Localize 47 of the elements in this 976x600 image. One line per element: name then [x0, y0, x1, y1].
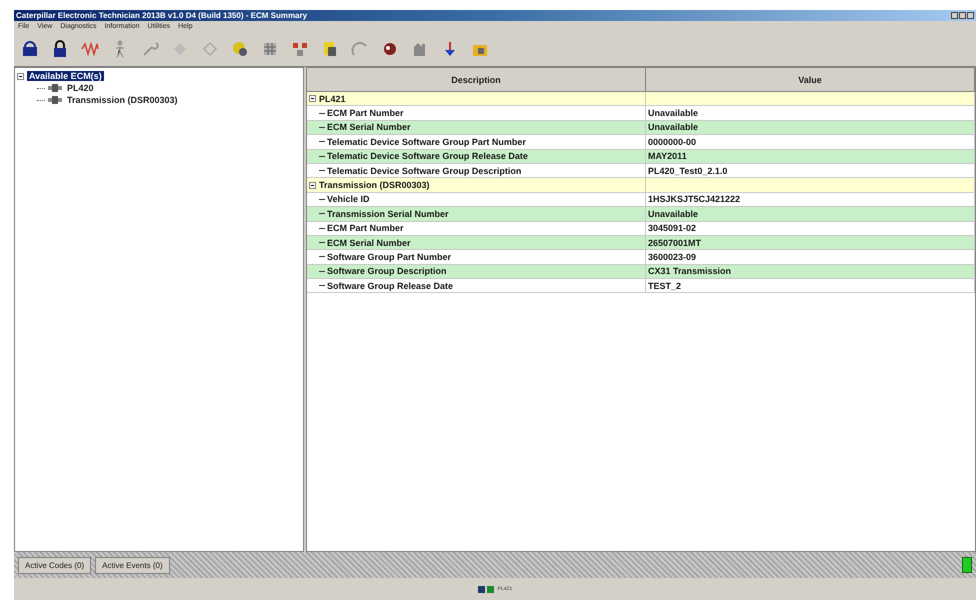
tab[interactable]: Active Codes (0) [18, 556, 92, 574]
minimize-button[interactable] [951, 12, 958, 19]
collapse-icon[interactable] [17, 72, 24, 80]
module-icon [48, 84, 62, 92]
value-cell: Unavailable [648, 108, 698, 118]
value-cell: Unavailable [648, 122, 698, 132]
module-icon [48, 96, 62, 104]
waveform-icon [80, 39, 100, 59]
window-title: Caterpillar Electronic Technician 2013B v1.0 D4 (Build 1350) - ECM Summary [16, 11, 308, 20]
description-cell: Telematic Device Software Group Description [327, 166, 522, 176]
description-cell: Software Group Part Number [327, 252, 452, 262]
value-cell: CX31 Transmission [648, 266, 732, 276]
value-cell: 0000000-00 [648, 136, 696, 147]
description-cell: Telematic Device Software Group Release Date [327, 151, 528, 162]
column-header[interactable]: Description [307, 68, 646, 92]
close-button[interactable] [967, 12, 974, 19]
value-cell: 3600023-09 [648, 252, 696, 262]
tab[interactable]: Active Events (0) [95, 556, 170, 574]
description-cell: Transmission Serial Number [327, 208, 449, 219]
status-light [962, 557, 972, 573]
description-cell: ECM Part Number [327, 108, 404, 118]
group-label: Transmission (DSR00303) [319, 180, 430, 190]
description-cell: Telematic Device Software Group Part Number [327, 136, 526, 147]
value-cell: 26507001MT [648, 238, 702, 248]
description-cell: ECM Serial Number [327, 238, 411, 248]
group-label: PL421 [319, 94, 346, 104]
column-header[interactable]: Value [646, 68, 975, 92]
description-cell: Software Group Description [327, 266, 447, 276]
tree-item[interactable]: Transmission (DSR00303) [65, 95, 180, 105]
value-cell: 1HSJKSJT5CJ421222 [648, 194, 740, 204]
value-cell: PL420_Test0_2.1.0 [648, 166, 728, 176]
tree-item[interactable]: PL420 [65, 83, 96, 93]
value-cell: TEST_2 [648, 280, 682, 291]
description-cell: Vehicle ID [327, 194, 370, 204]
tree-item[interactable]: Available ECM(s) [27, 71, 104, 81]
collapse-icon[interactable] [309, 182, 316, 189]
description-cell: ECM Serial Number [327, 122, 411, 132]
group-row-cell[interactable]: PL421 [307, 92, 646, 106]
description-cell: Software Group Release Date [327, 280, 454, 291]
value-cell: Unavailable [648, 208, 698, 219]
value-cell: MAY2011 [648, 151, 687, 162]
maximize-button[interactable] [959, 12, 966, 19]
description-cell: ECM Part Number [327, 223, 404, 234]
collapse-icon[interactable] [309, 95, 316, 102]
group-row-cell[interactable]: Transmission (DSR00303) [307, 178, 646, 192]
value-cell: 3045091-02 [648, 223, 696, 234]
diamond-icon [200, 39, 220, 59]
